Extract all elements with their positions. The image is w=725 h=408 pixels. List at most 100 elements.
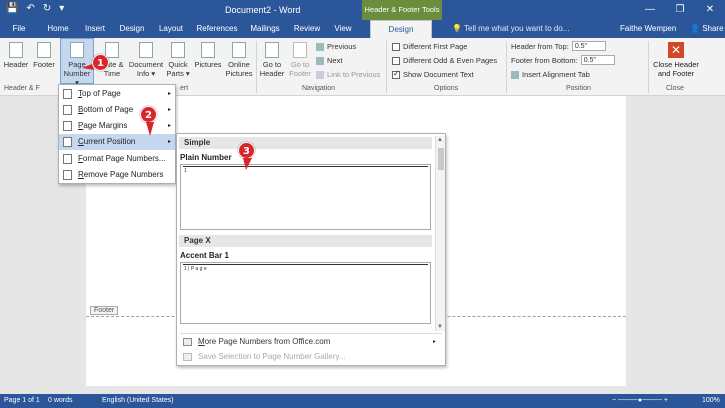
menu-item-label: op of Page: [82, 89, 121, 98]
menu-item-format-page-numbers[interactable]: Format Page Numbers...: [59, 151, 175, 167]
step-callout-3: 3: [238, 142, 255, 159]
link-icon: [316, 70, 324, 79]
scroll-thumb[interactable]: [438, 148, 444, 170]
tab-insert[interactable]: Insert: [80, 20, 110, 38]
gallery-section-page-x: Page X: [179, 235, 432, 247]
page-count[interactable]: Page 1 of 1: [4, 397, 40, 404]
separator: [506, 41, 507, 93]
gallery-section-simple: Simple: [179, 137, 432, 149]
different-first-page-checkbox[interactable]: Different First Page: [392, 42, 467, 51]
more-page-numbers-button[interactable]: More Page Numbers from Office.com ▸: [180, 335, 442, 349]
separator: [386, 41, 387, 93]
different-odd-even-label: Different Odd & Even Pages: [403, 56, 498, 65]
preview-number: 1: [184, 168, 187, 174]
footer-from-bottom-control: Footer from Bottom: 0.5": [511, 55, 615, 65]
redo-icon[interactable]: ↻: [43, 3, 51, 14]
go-to-header-label-1: Go to: [262, 60, 282, 69]
close-header-footer-label-2: and Footer: [657, 69, 695, 78]
date-time-label-2: Time: [103, 69, 121, 78]
header-from-top-control: Header from Top: 0.5": [511, 41, 606, 51]
language[interactable]: English (United States): [102, 397, 174, 404]
gallery-item-label-accent-bar: Accent Bar 1: [180, 251, 229, 260]
document-info-button[interactable]: Document Info ▾: [128, 42, 164, 78]
scroll-down-icon[interactable]: ▼: [437, 324, 443, 330]
online-pictures-button[interactable]: Online Pictures: [224, 42, 254, 78]
restore-button[interactable]: ❐: [665, 0, 695, 20]
zoom-level[interactable]: 100%: [702, 397, 720, 404]
submenu-arrow-icon: ▸: [167, 91, 171, 97]
tab-design[interactable]: Design: [116, 20, 148, 38]
go-to-footer-button[interactable]: Go to Footer: [286, 42, 314, 78]
submenu-arrow-icon: ▸: [432, 339, 436, 345]
go-to-header-button[interactable]: Go to Header: [258, 42, 286, 78]
menu-item-remove-page-numbers[interactable]: Remove Page Numbers: [59, 167, 175, 183]
footer-icon: [37, 42, 51, 58]
tell-me-text: Tell me what you want to do...: [464, 24, 570, 33]
footer-button[interactable]: Footer: [30, 42, 58, 69]
previous-button[interactable]: Previous: [316, 42, 356, 51]
menu-item-label: ottom of Page: [83, 105, 134, 114]
quick-parts-label-1: Quick: [168, 60, 188, 69]
format-page-numbers-icon: [63, 154, 72, 164]
undo-icon[interactable]: ↶: [26, 3, 34, 14]
scroll-up-icon[interactable]: ▲: [437, 137, 443, 143]
save-icon[interactable]: 💾: [6, 3, 18, 14]
save-selection-button[interactable]: Save Selection to Page Number Gallery...: [180, 350, 442, 364]
customize-qat-icon[interactable]: ▾: [59, 3, 64, 14]
tell-me-box[interactable]: 💡 Tell me what you want to do...: [452, 24, 569, 33]
gallery-scrollbar[interactable]: ▲ ▼: [435, 136, 445, 331]
menu-item-top-of-page[interactable]: Top of Page ▸: [59, 86, 175, 102]
header-button[interactable]: Header: [2, 42, 30, 69]
footer-from-bottom-input[interactable]: 0.5": [580, 55, 615, 65]
group-label-close: Close: [666, 85, 684, 92]
different-odd-even-checkbox[interactable]: Different Odd & Even Pages: [392, 56, 497, 65]
next-button[interactable]: Next: [316, 56, 342, 65]
tab-view[interactable]: View: [330, 20, 356, 38]
separator: [648, 41, 649, 93]
online-pictures-label-2: Pictures: [225, 69, 253, 78]
page-number-button[interactable]: Page Number ▾: [60, 38, 94, 87]
insert-alignment-tab-button[interactable]: Insert Alignment Tab: [511, 70, 590, 79]
menu-item-page-margins[interactable]: Page Margins ▸: [59, 118, 175, 134]
link-to-previous-label: Link to Previous: [327, 70, 381, 79]
preview-text: 1 | P a g e: [184, 266, 207, 272]
quick-parts-label-2: Parts ▾: [166, 69, 190, 78]
tab-hf-design[interactable]: Design: [370, 20, 432, 38]
word-count[interactable]: 0 words: [48, 397, 73, 404]
pictures-label: Pictures: [194, 60, 222, 69]
document-info-label-1: Document: [128, 60, 164, 69]
tab-review[interactable]: Review: [290, 20, 324, 38]
go-to-header-icon: [265, 42, 279, 58]
footer-from-bottom-label: Footer from Bottom:: [511, 55, 578, 65]
close-header-footer-label-1: Close Header: [653, 60, 699, 69]
gallery-item-plain-number[interactable]: 1: [180, 164, 431, 230]
close-window-button[interactable]: ✕: [695, 0, 725, 20]
share-button[interactable]: 👤 Share: [690, 24, 724, 33]
group-label-navigation: Navigation: [302, 85, 336, 92]
tab-mailings[interactable]: Mailings: [246, 20, 284, 38]
show-document-text-checkbox[interactable]: Show Document Text: [392, 69, 474, 79]
minimize-button[interactable]: —: [635, 0, 665, 20]
pictures-button[interactable]: Pictures: [192, 42, 224, 69]
document-info-icon: [139, 42, 153, 58]
menu-item-label: age Margins: [83, 121, 128, 130]
menu-item-current-position[interactable]: Current Position ▸: [59, 134, 175, 150]
zoom-slider[interactable]: − ────●──── +: [612, 397, 668, 404]
gallery-item-accent-bar[interactable]: 1 | P a g e: [180, 262, 431, 324]
checkbox-icon: [392, 42, 400, 51]
close-header-footer-button[interactable]: ✕ Close Header and Footer: [652, 42, 700, 78]
menu-item-label: emove Page Numbers: [83, 170, 164, 179]
user-name[interactable]: Faithe Wempen: [620, 24, 676, 33]
quick-parts-button[interactable]: Quick Parts ▾: [164, 42, 192, 78]
tab-references[interactable]: References: [194, 20, 240, 38]
menu-item-bottom-of-page[interactable]: Bottom of Page ▸: [59, 102, 175, 118]
header-from-top-input[interactable]: 0.5": [571, 41, 606, 51]
window-title: Document2 - Word: [225, 5, 301, 15]
remove-page-numbers-icon: [63, 170, 72, 180]
tab-file[interactable]: File: [4, 20, 34, 38]
preview-rule: [183, 264, 428, 265]
link-to-previous-button[interactable]: Link to Previous: [316, 70, 380, 79]
tab-home[interactable]: Home: [42, 20, 74, 38]
group-label-insert: ert: [180, 85, 189, 92]
tab-layout[interactable]: Layout: [154, 20, 188, 38]
